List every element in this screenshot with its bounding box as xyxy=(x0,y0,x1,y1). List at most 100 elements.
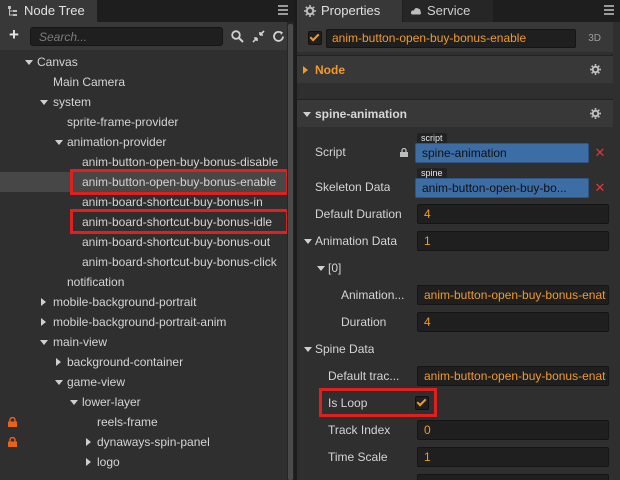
chevron-down-icon xyxy=(317,266,325,271)
lock-icon[interactable] xyxy=(8,417,17,427)
node-tree-scrollbar[interactable] xyxy=(287,22,294,480)
node-tree-icon xyxy=(8,6,17,16)
chevron-down-icon[interactable] xyxy=(25,60,33,65)
node-tree-scrollbar-thumb[interactable] xyxy=(288,24,293,480)
spine-animation-section-title: spine-animation xyxy=(315,107,408,121)
node-active-checkbox[interactable] xyxy=(308,31,322,45)
node-name-input[interactable]: anim-button-open-buy-bonus-enable xyxy=(326,29,576,48)
properties-menu-icon[interactable] xyxy=(604,5,614,15)
duration-input[interactable]: 4 xyxy=(417,312,609,332)
tree-row-label: main-view xyxy=(53,335,108,349)
search-placeholder: Search... xyxy=(39,30,88,44)
refresh-icon[interactable] xyxy=(272,30,285,43)
node-settings-gear-icon[interactable] xyxy=(590,64,601,75)
tree-row-label: game-view xyxy=(67,375,126,389)
skeleton-data-label: Skeleton Data xyxy=(315,180,391,194)
tree-row-label: Canvas xyxy=(37,55,78,69)
tree-row[interactable]: Main Camera xyxy=(0,72,294,92)
node-section-header[interactable]: Node xyxy=(297,55,613,83)
animation-data-item-0[interactable]: [0] xyxy=(297,255,613,282)
add-node-button[interactable]: + xyxy=(9,26,19,43)
tree-row[interactable]: reels-frame xyxy=(0,412,294,432)
chevron-right-icon[interactable] xyxy=(41,318,46,326)
animation-data-size-input[interactable]: 1 xyxy=(417,231,609,251)
tree-row[interactable]: animation-provider xyxy=(0,132,294,152)
tree-row[interactable]: mobile-background-portrait xyxy=(0,292,294,312)
tree-row[interactable]: main-view xyxy=(0,332,294,352)
lock-icon[interactable] xyxy=(8,437,17,447)
chevron-down-icon xyxy=(303,112,311,117)
highlight-box-is-loop xyxy=(319,388,437,417)
checkmark-icon xyxy=(309,31,320,42)
script-clear-button[interactable]: ✕ xyxy=(592,145,608,161)
default-track-label: Default trac... xyxy=(328,369,400,383)
tree-row[interactable]: background-container xyxy=(0,352,294,372)
animation-data-label: Animation Data xyxy=(315,234,398,248)
tab-properties-label: Properties xyxy=(321,3,381,18)
tree-row[interactable]: anim-board-shortcut-buy-bonus-out xyxy=(0,232,294,252)
chevron-down-icon xyxy=(304,347,312,352)
default-duration-input[interactable]: 4 xyxy=(417,204,609,224)
node-header: anim-button-open-buy-bonus-enable 3D xyxy=(297,22,613,52)
tree-row[interactable]: dynaways-spin-panel xyxy=(0,432,294,452)
chevron-down-icon[interactable] xyxy=(70,400,78,405)
animation-name-label: Animation... xyxy=(341,288,405,302)
tree-row-label: dynaways-spin-panel xyxy=(97,435,210,449)
default-track-input[interactable]: anim-button-open-buy-bonus-enat xyxy=(417,366,609,386)
search-icon[interactable] xyxy=(231,30,244,43)
next-property-input[interactable] xyxy=(417,474,609,480)
spine-data-property[interactable]: Spine Data xyxy=(297,336,613,363)
tree-row-label: lower-layer xyxy=(82,395,141,409)
skeleton-data-asset-field[interactable]: anim-button-open-buy-bo... xyxy=(415,178,589,198)
tree-row[interactable]: game-view xyxy=(0,372,294,392)
chevron-down-icon[interactable] xyxy=(55,140,63,145)
script-label: Script xyxy=(315,145,346,159)
lock-icon xyxy=(400,148,408,157)
chevron-right-icon[interactable] xyxy=(41,298,46,306)
tree-row[interactable]: notification xyxy=(0,272,294,292)
properties-tabbar: Properties Service xyxy=(297,0,620,22)
search-input[interactable]: Search... xyxy=(30,27,223,46)
component-settings-gear-icon[interactable] xyxy=(590,108,601,119)
chevron-right-icon[interactable] xyxy=(56,358,61,366)
chevron-right-icon[interactable] xyxy=(86,438,91,446)
time-scale-input[interactable]: 1 xyxy=(417,447,609,467)
script-asset-field[interactable]: spine-animation xyxy=(415,143,589,163)
highlight-box-idle xyxy=(70,209,289,234)
tree-row[interactable]: mobile-background-portrait-anim xyxy=(0,312,294,332)
chevron-down-icon[interactable] xyxy=(55,380,63,385)
spine-animation-section-header[interactable]: spine-animation xyxy=(297,99,613,127)
collapse-all-icon[interactable] xyxy=(252,30,265,43)
cloud-icon xyxy=(411,8,422,15)
node-section-title: Node xyxy=(315,63,345,77)
tree-row-label: logo xyxy=(97,455,120,469)
highlight-box-enable xyxy=(70,169,289,195)
tab-service[interactable]: Service xyxy=(403,0,493,22)
tab-properties[interactable]: Properties xyxy=(297,0,402,22)
node-tree-panel: Node Tree + Search... Canvas Main Camera s… xyxy=(0,0,294,480)
3d-toggle[interactable]: 3D xyxy=(588,33,601,44)
tree-row-label: animation-provider xyxy=(67,135,167,149)
chevron-down-icon xyxy=(304,239,312,244)
tree-row[interactable]: Canvas xyxy=(0,52,294,72)
track-index-input[interactable]: 0 xyxy=(417,420,609,440)
node-tree-menu-icon[interactable] xyxy=(278,5,288,15)
chevron-down-icon[interactable] xyxy=(40,100,48,105)
chevron-right-icon xyxy=(303,66,308,74)
gear-icon xyxy=(304,5,316,17)
skeleton-data-clear-button[interactable]: ✕ xyxy=(592,180,608,196)
tree-row-label: reels-frame xyxy=(97,415,158,429)
chevron-right-icon[interactable] xyxy=(86,458,91,466)
tree-row[interactable]: system xyxy=(0,92,294,112)
tree-row[interactable]: lower-layer xyxy=(0,392,294,412)
tree-row[interactable]: logo xyxy=(0,452,294,472)
animation-name-input[interactable]: anim-button-open-buy-bonus-enat xyxy=(417,285,609,305)
tree-row[interactable]: anim-board-shortcut-buy-bonus-click xyxy=(0,252,294,272)
tree-row-label: sprite-frame-provider xyxy=(67,115,179,129)
default-duration-label: Default Duration xyxy=(315,207,402,221)
animation-data-index-label: [0] xyxy=(328,261,342,275)
node-tree-tabbar: Node Tree xyxy=(0,0,294,22)
tab-node-tree[interactable]: Node Tree xyxy=(0,0,97,22)
chevron-down-icon[interactable] xyxy=(40,340,48,345)
tree-row[interactable]: sprite-frame-provider xyxy=(0,112,294,132)
